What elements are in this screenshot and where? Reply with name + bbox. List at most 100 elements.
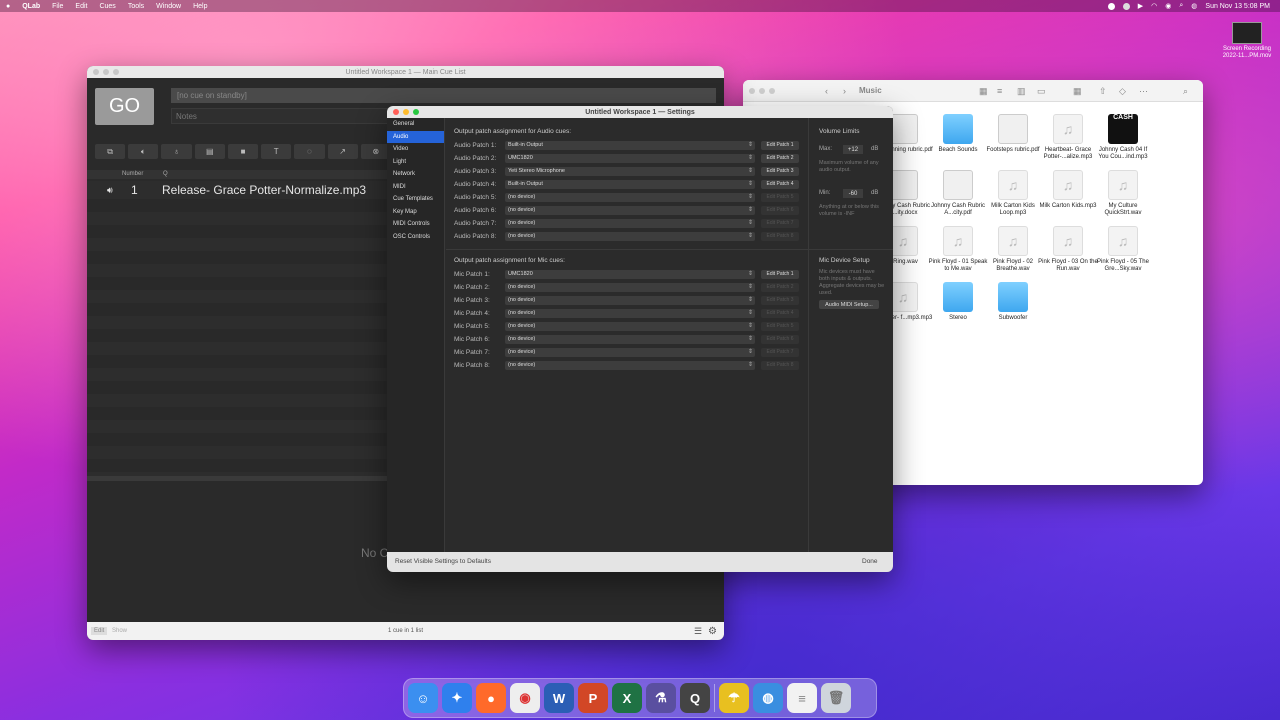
close-button[interactable] — [749, 87, 755, 94]
patch-device-select[interactable]: (no device) — [505, 205, 755, 215]
finder-dock-icon[interactable]: ☺ — [408, 683, 438, 713]
menu-edit[interactable]: Edit — [69, 3, 93, 10]
split-divider[interactable] — [87, 476, 387, 481]
sidebar-item-cue-templates[interactable]: Cue Templates — [387, 193, 444, 206]
finder-item[interactable]: Footsteps rubric.pdf — [983, 114, 1043, 154]
patch-device-select[interactable]: (no device) — [505, 282, 755, 292]
max-volume-input[interactable]: +12 — [843, 145, 863, 154]
patch-device-select[interactable]: Yeti Stereo Microphone — [505, 166, 755, 176]
group-cue-icon[interactable]: ⧉ — [95, 144, 126, 159]
edit-patch-button[interactable]: Edit Patch 4 — [761, 179, 799, 189]
sidebar-item-osc-controls[interactable]: OSC Controls — [387, 231, 444, 244]
finder-item[interactable]: Subwoofer — [983, 282, 1043, 322]
control-center-icon[interactable] — [1122, 2, 1130, 10]
apple-menu-icon[interactable]: ● — [0, 3, 16, 10]
finder-item[interactable]: CASH Johnny Cash 04 If You Cou...ind.mp3 — [1093, 114, 1153, 161]
finder-item[interactable]: Beach Sounds — [928, 114, 988, 154]
cue-row[interactable]: 🔊︎ 1 Release- Grace Potter-Normalize.mp3 — [87, 181, 387, 199]
group-icon[interactable]: ▦ — [1073, 86, 1082, 97]
audio-cue-icon[interactable]: 🔈︎ — [128, 144, 159, 159]
patch-device-select[interactable]: (no device) — [505, 347, 755, 357]
qlab-dock-icon[interactable]: ⚗ — [646, 683, 676, 713]
edit-mode-button[interactable]: Edit — [91, 627, 108, 635]
patch-device-select[interactable]: Built-in Output — [505, 179, 755, 189]
sidebar-item-light[interactable]: Light — [387, 156, 444, 169]
column-view-icon[interactable]: ▥ — [1017, 86, 1026, 97]
share-icon[interactable]: ⇧ — [1099, 86, 1107, 97]
more-icon[interactable]: ⋯ — [1139, 86, 1148, 97]
play-icon[interactable]: ▶ — [1138, 2, 1143, 10]
menu-tools[interactable]: Tools — [122, 3, 150, 10]
menu-app-name[interactable]: QLab — [16, 3, 46, 10]
sidebar-item-midi-controls[interactable]: MIDI Controls — [387, 218, 444, 231]
patch-device-select[interactable]: (no device) — [505, 218, 755, 228]
patch-device-select[interactable]: (no device) — [505, 321, 755, 331]
finder-item[interactable]: ♫ Milk Carton Kids.mp3 — [1038, 170, 1098, 210]
light-cue-icon[interactable]: ◌ — [294, 144, 325, 159]
finder-item[interactable]: ♫ Heartbeat- Grace Potter-...alize.mp3 — [1038, 114, 1098, 161]
patch-device-select[interactable]: Built-in Output — [505, 140, 755, 150]
siri-icon[interactable]: ◍ — [1191, 2, 1197, 10]
icon-view-icon[interactable]: ▦ — [979, 86, 988, 97]
patch-device-select[interactable]: (no device) — [505, 231, 755, 241]
search-icon[interactable]: ⌕ — [1179, 2, 1183, 10]
done-button[interactable]: Done — [862, 558, 878, 565]
gallery-view-icon[interactable]: ▭ — [1037, 86, 1046, 97]
zoom-button[interactable] — [769, 87, 775, 94]
finder-item[interactable]: ♫ Pink Floyd - 05 The Gre...Sky.wav — [1093, 226, 1153, 273]
finder-item[interactable]: ♫ Pink Floyd - 02 Breathe.wav — [983, 226, 1043, 273]
patch-device-select[interactable]: UMC1820 — [505, 153, 755, 163]
quicktime-dock-icon[interactable]: Q — [680, 683, 710, 713]
patch-device-select[interactable]: (no device) — [505, 360, 755, 370]
chrome-dock-icon[interactable]: ◉ — [510, 683, 540, 713]
excel-dock-icon[interactable]: X — [612, 683, 642, 713]
textedit-dock-icon[interactable]: ≡ — [787, 683, 817, 713]
powerpoint-dock-icon[interactable]: P — [578, 683, 608, 713]
fetch-dock-icon[interactable]: ☂ — [719, 683, 749, 713]
menu-cues[interactable]: Cues — [93, 3, 121, 10]
finder-item[interactable]: ♫ Pink Floyd - 01 Speak to Me.wav — [928, 226, 988, 273]
video-cue-icon[interactable]: ▤ — [194, 144, 225, 159]
sidebar-item-audio[interactable]: Audio — [387, 130, 444, 143]
tag-icon[interactable]: ◇ — [1119, 86, 1126, 97]
patch-device-select[interactable]: (no device) — [505, 295, 755, 305]
edit-patch-button[interactable]: Edit Patch 2 — [761, 153, 799, 163]
menu-file[interactable]: File — [46, 3, 69, 10]
patch-device-select[interactable]: (no device) — [505, 308, 755, 318]
wifi-icon[interactable]: ◠ — [1151, 2, 1157, 10]
list-view-icon[interactable]: ≡ — [997, 86, 1002, 96]
finder-item[interactable]: Stereo — [928, 282, 988, 322]
forward-icon[interactable]: › — [843, 86, 846, 96]
word-dock-icon[interactable]: W — [544, 683, 574, 713]
menu-help[interactable]: Help — [187, 3, 213, 10]
fade-cue-icon[interactable]: ↗ — [327, 144, 358, 159]
patch-device-select[interactable]: (no device) — [505, 334, 755, 344]
sidebar-item-network[interactable]: Network — [387, 168, 444, 181]
edit-patch-button[interactable]: Edit Patch 3 — [761, 166, 799, 176]
firefox-dock-icon[interactable]: ● — [476, 683, 506, 713]
settings-gear-icon[interactable]: ⚙ — [708, 626, 717, 637]
audio-midi-setup-button[interactable]: Audio MIDI Setup... — [819, 300, 879, 309]
edit-patch-button[interactable]: Edit Patch 1 — [761, 140, 799, 150]
patch-device-select[interactable]: UMC1820 — [505, 269, 755, 279]
desktop-screen-recording[interactable]: Screen Recording 2022-11...PM.mov — [1218, 22, 1276, 60]
sidebar-item-general[interactable]: General — [387, 118, 444, 131]
sidebar-item-midi[interactable]: MIDI — [387, 181, 444, 194]
mic-cue-icon[interactable]: ♁ — [161, 144, 192, 159]
text-cue-icon[interactable]: T — [261, 144, 292, 159]
patch-device-select[interactable]: (no device) — [505, 192, 755, 202]
edit-patch-button[interactable]: Edit Patch 1 — [761, 269, 799, 279]
back-icon[interactable]: ‹ — [825, 86, 828, 96]
col-q[interactable]: Q — [163, 171, 168, 177]
reset-defaults-button[interactable]: Reset Visible Settings to Defaults — [395, 558, 491, 565]
finder-item[interactable]: ♫ Pink Floyd - 03 On the Run.wav — [1038, 226, 1098, 273]
record-status-icon[interactable] — [1107, 2, 1115, 10]
min-volume-input[interactable]: -60 — [843, 189, 863, 198]
sidebar-item-video[interactable]: Video — [387, 143, 444, 156]
col-number[interactable]: Number — [122, 171, 143, 177]
finder-search-icon[interactable]: ⌕ — [1183, 86, 1188, 97]
finder-item[interactable]: Johnny Cash Rubric A...city.pdf — [928, 170, 988, 217]
safari-dock-icon[interactable]: ✦ — [442, 683, 472, 713]
go-button[interactable]: GO — [95, 88, 154, 125]
menu-window[interactable]: Window — [150, 3, 187, 10]
